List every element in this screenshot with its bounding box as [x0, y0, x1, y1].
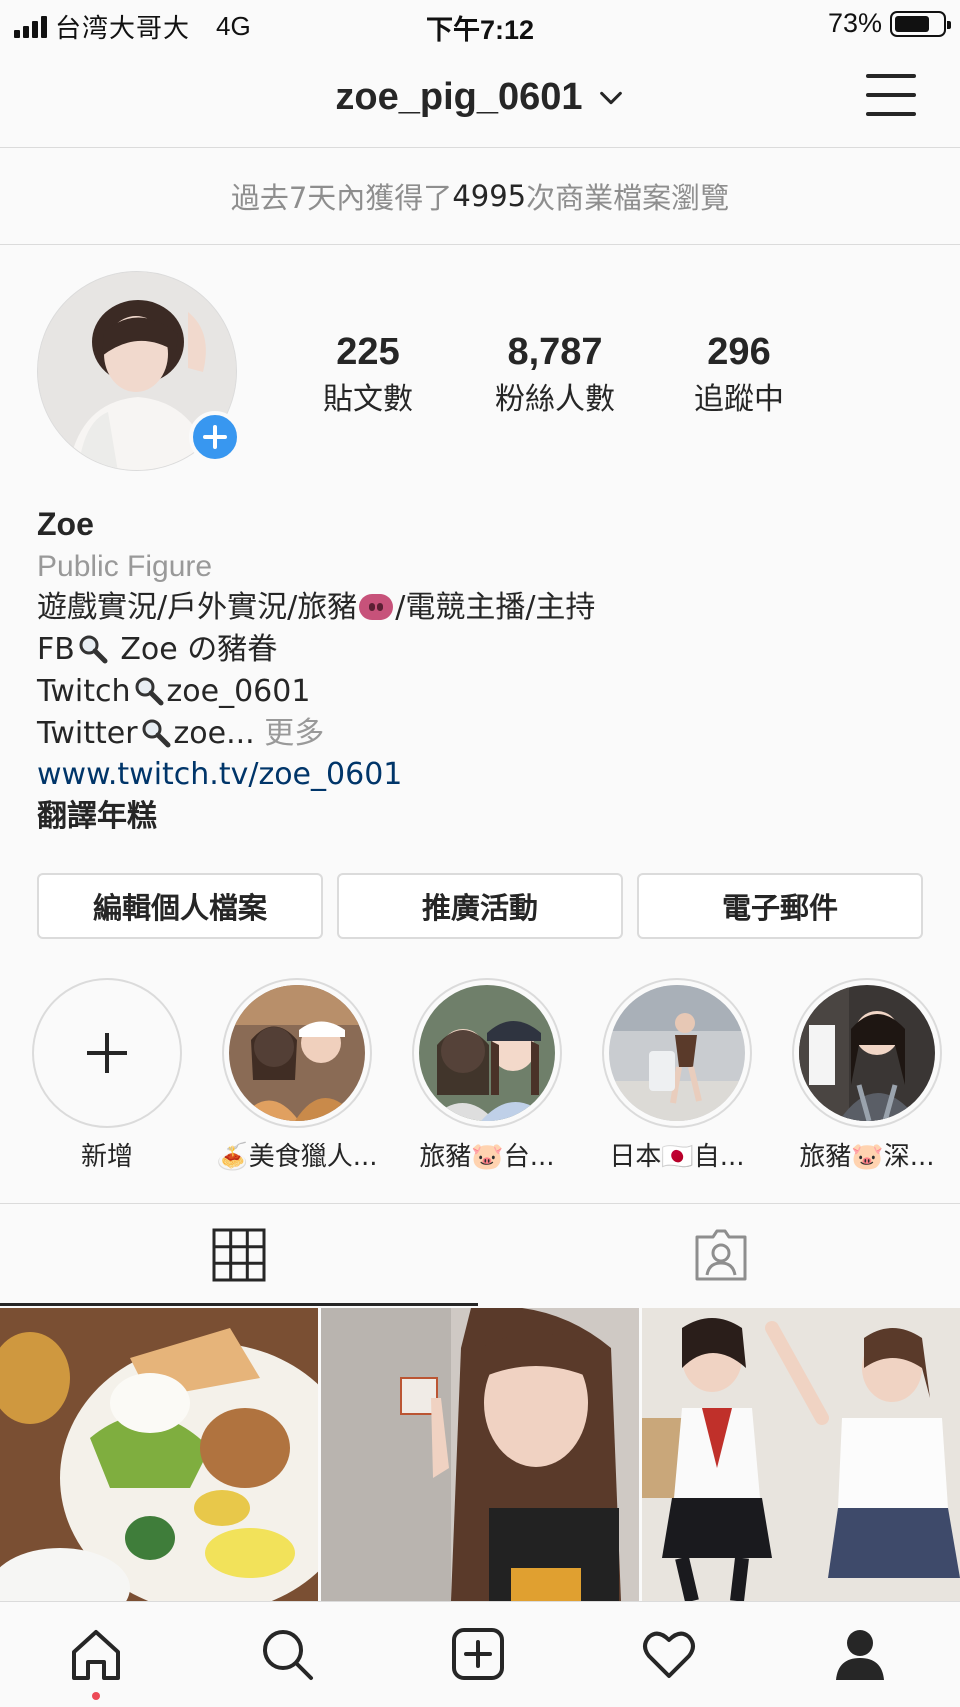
bio-text: Twitch: [37, 673, 131, 709]
nav-activity[interactable]: [639, 1624, 699, 1684]
battery-fill: [895, 15, 929, 32]
edit-profile-button[interactable]: 編輯個人檔案: [37, 873, 323, 939]
highlight-cover: [799, 985, 935, 1121]
profile-tabs: [0, 1203, 960, 1306]
highlight-label: 🍝美食獵人...: [216, 1142, 378, 1172]
battery-percent: 73%: [827, 8, 882, 38]
grid-icon: [212, 1228, 266, 1282]
activity-heart-icon: [643, 1631, 695, 1678]
post-image: [642, 1308, 960, 1601]
insights-suffix: 次商業檔案瀏覽: [526, 181, 730, 215]
stat-value: 296: [707, 331, 771, 373]
stat-posts[interactable]: 225 貼文數: [278, 332, 458, 418]
nav-profile[interactable]: [830, 1624, 890, 1684]
plus-icon: [87, 1033, 127, 1073]
translate-link[interactable]: 翻譯年糕: [37, 796, 917, 838]
highlight-item[interactable]: 日本🇯🇵自...: [602, 978, 752, 1173]
bio-text: /電競主播/主持: [395, 590, 596, 626]
highlight-ring: [412, 978, 562, 1128]
highlight-ring: [32, 978, 182, 1128]
tagged-icon: [695, 1229, 747, 1281]
battery-tip: [947, 20, 951, 29]
bio-line: FB Zoe の豬眷: [37, 629, 917, 671]
tab-tagged[interactable]: [482, 1204, 960, 1306]
plus-icon: [203, 425, 227, 449]
menu-icon[interactable]: [866, 74, 916, 116]
new-post-icon: [452, 1628, 504, 1680]
stat-following[interactable]: 296 追蹤中: [649, 332, 829, 418]
bio-text: Zoe の豬眷: [110, 632, 278, 668]
highlight-cover: [609, 985, 745, 1121]
highlight-label: 新增: [80, 1142, 133, 1172]
profile-bio: Zoe Public Figure 遊戲實況/戶外實況/旅豬/電競主播/主持 F…: [37, 504, 917, 838]
stat-value: 8,787: [507, 331, 603, 373]
search-icon: [263, 1630, 313, 1680]
active-tab-indicator: [0, 1303, 478, 1306]
profile-header: zoe_pig_0601: [0, 50, 960, 148]
highlight-label: 日本🇯🇵自...: [609, 1142, 745, 1172]
battery-icon: [890, 10, 951, 37]
magnifier-icon: [135, 677, 164, 706]
notification-dot: [92, 1692, 100, 1700]
nav-new-post[interactable]: [448, 1624, 508, 1684]
pig-nose-icon: [359, 594, 394, 621]
profile-stats: 225 貼文數 8,787 粉絲人數 296 追蹤中: [0, 332, 960, 422]
promotions-button[interactable]: 推廣活動: [337, 873, 623, 939]
home-icon: [72, 1630, 120, 1680]
nav-search[interactable]: [257, 1624, 317, 1684]
bio-line: Twitter zoe... 更多: [37, 713, 917, 755]
stat-followers[interactable]: 8,787 粉絲人數: [465, 332, 645, 418]
status-time: 下午7:12: [425, 15, 535, 45]
highlight-new[interactable]: 新增: [32, 978, 182, 1173]
post-image: [0, 1308, 318, 1601]
bio-line: Twitch zoe_0601: [37, 671, 917, 713]
status-bar: 台湾大哥大 4G 下午7:12 73%: [0, 0, 960, 50]
stat-value: 225: [336, 331, 400, 373]
bio-text: 遊戲實況/戶外實況/旅豬: [37, 590, 358, 626]
highlight-item[interactable]: 🍝美食獵人...: [216, 978, 378, 1173]
stat-label: 粉絲人數: [495, 382, 615, 417]
more-link[interactable]: 更多: [255, 716, 324, 751]
insights-banner[interactable]: 過去7天內獲得了 4995 次商業檔案瀏覽: [0, 148, 960, 245]
account-switcher[interactable]: zoe_pig_0601: [0, 76, 960, 119]
profile-icon: [836, 1630, 884, 1680]
website-link[interactable]: www.twitch.tv/zoe_0601: [37, 754, 917, 796]
post-thumbnail[interactable]: [642, 1308, 960, 1601]
email-button[interactable]: 電子郵件: [637, 873, 923, 939]
bio-line: 遊戲實況/戶外實況/旅豬/電競主播/主持: [37, 587, 917, 629]
post-image: [321, 1308, 639, 1601]
chevron-down-icon[interactable]: [597, 84, 625, 112]
stat-label: 貼文數: [323, 382, 413, 417]
highlight-ring: [222, 978, 372, 1128]
post-thumbnail[interactable]: [321, 1308, 639, 1601]
highlight-cover: [229, 985, 365, 1121]
bio-text: zoe_0601: [166, 673, 311, 709]
bio-text: FB: [37, 632, 75, 668]
bio-text: zoe...: [173, 715, 255, 751]
post-grid: [0, 1308, 960, 1601]
stat-label: 追蹤中: [694, 382, 784, 417]
highlight-label: 旅豬🐷深...: [799, 1142, 935, 1172]
post-thumbnail[interactable]: [0, 1308, 318, 1601]
magnifier-icon: [142, 719, 171, 748]
highlight-item[interactable]: 旅豬🐷台...: [412, 978, 562, 1173]
insights-prefix: 過去7天內獲得了: [230, 181, 453, 215]
nav-home[interactable]: [66, 1624, 126, 1684]
username[interactable]: zoe_pig_0601: [335, 76, 582, 119]
insights-count: 4995: [452, 179, 527, 213]
highlight-cover: [419, 985, 555, 1121]
status-right: 73%: [827, 8, 951, 39]
highlight-ring: [792, 978, 942, 1128]
magnifier-icon: [79, 635, 108, 664]
bio-text: Twitter: [37, 715, 138, 751]
display-name: Zoe: [37, 506, 94, 542]
highlight-ring: [602, 978, 752, 1128]
category-label: Public Figure: [37, 549, 213, 583]
highlight-label: 旅豬🐷台...: [419, 1142, 555, 1172]
highlight-item[interactable]: 旅豬🐷深...: [792, 978, 942, 1173]
bottom-nav: [0, 1601, 960, 1707]
tab-grid[interactable]: [0, 1204, 478, 1306]
